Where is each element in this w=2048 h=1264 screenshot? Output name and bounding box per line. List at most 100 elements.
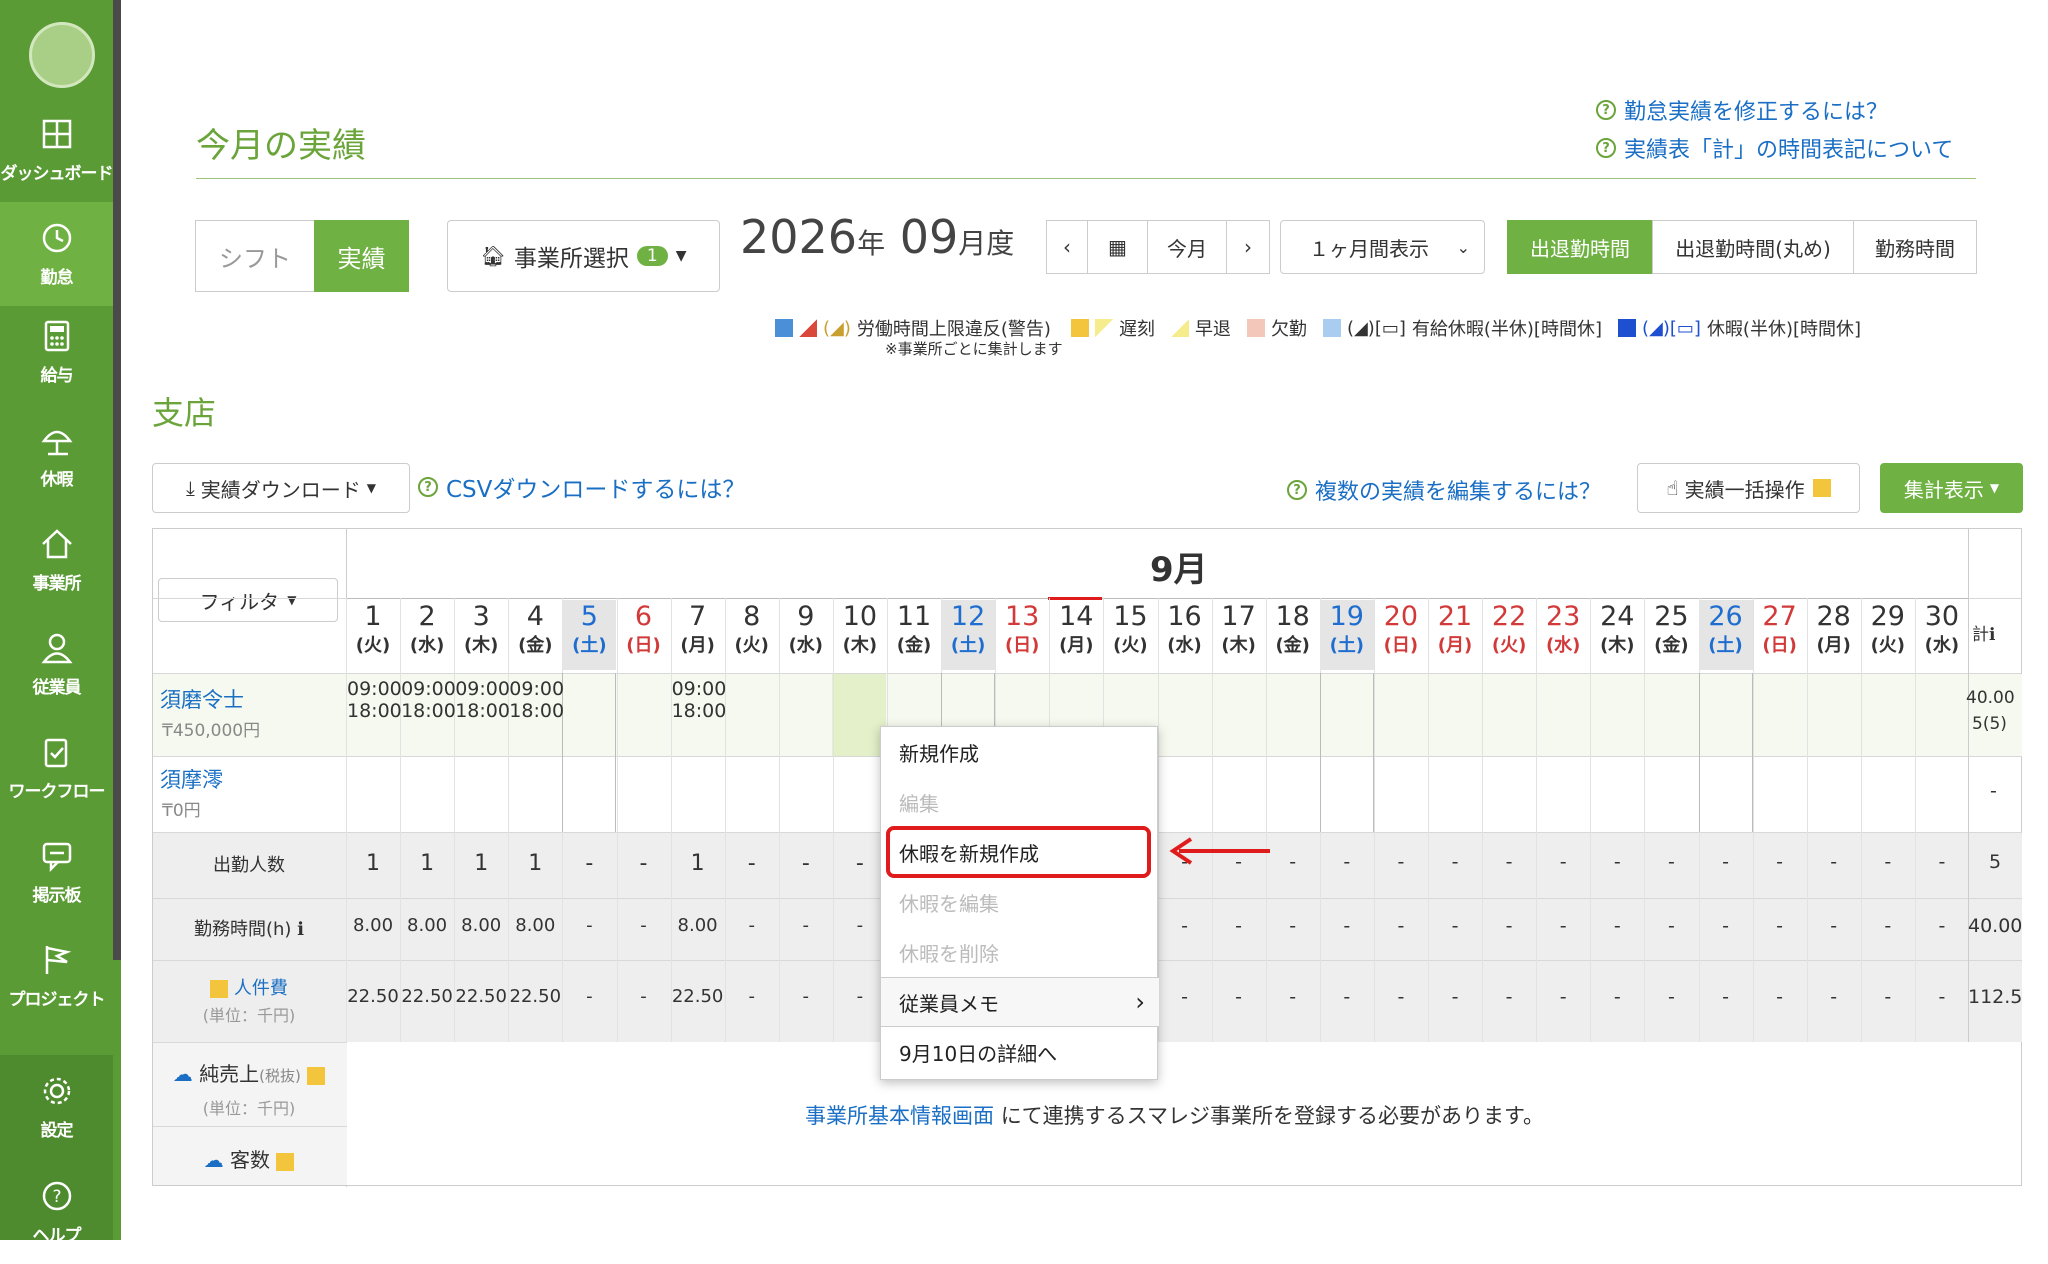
summary-value: - bbox=[1397, 851, 1405, 873]
filter-button[interactable]: フィルタ ▼ bbox=[158, 578, 338, 622]
weekday: (日) bbox=[1762, 635, 1797, 656]
period-display: 2026年 09月度 bbox=[740, 210, 1014, 264]
sidebar-item-flag[interactable]: プロジェクト bbox=[0, 924, 113, 1028]
context-menu-item-6[interactable]: 9月10日の詳細へ bbox=[881, 1027, 1159, 1077]
summary-value: - bbox=[1830, 986, 1838, 1008]
employee-name-link[interactable]: 須磨令士 bbox=[160, 684, 244, 714]
next-month-button[interactable]: › bbox=[1226, 220, 1270, 274]
sidebar-item-gear[interactable]: 設定 bbox=[0, 1055, 113, 1159]
office-select-dropdown[interactable]: 🏠︎ 事業所選択 1 ▼ bbox=[447, 220, 720, 292]
day-header-6: 6 (日) bbox=[617, 600, 671, 670]
day-number: 6 bbox=[634, 601, 653, 632]
shift-cell[interactable]: 09:00 18:00 bbox=[401, 678, 456, 722]
summary-value: - bbox=[1397, 986, 1405, 1008]
clipboard-icon bbox=[44, 738, 67, 767]
sidebar-item-dashboard[interactable]: ダッシュボード bbox=[0, 98, 114, 202]
weekday: (月) bbox=[680, 635, 715, 656]
day-number: 23 bbox=[1546, 601, 1581, 632]
range-select[interactable]: １ヶ月間表示 ⌄ bbox=[1280, 220, 1485, 274]
summary-value: - bbox=[1667, 915, 1675, 937]
office-select-label: 事業所選択 bbox=[513, 246, 629, 272]
row-label-labor-cost[interactable]: 人件費 bbox=[152, 974, 346, 1000]
weekday: (月) bbox=[1059, 635, 1094, 656]
row-sublabel-unit: (単位：千円) bbox=[202, 1006, 296, 1025]
summary-view-button[interactable]: 集計表示 ▼ bbox=[1880, 463, 2023, 513]
summary-value: - bbox=[1722, 851, 1729, 873]
context-menu-item-5[interactable]: 従業員メモ › bbox=[881, 977, 1159, 1027]
day-header-8: 8 (火) bbox=[725, 600, 779, 670]
star-icon bbox=[1070, 319, 1089, 337]
sidebar-item-label: 休暇 bbox=[40, 469, 74, 490]
sidebar-item-clipboard[interactable]: ワークフロー bbox=[0, 716, 113, 820]
employee-name-link[interactable]: 須摩澪 bbox=[160, 764, 223, 794]
summary-value: 1 bbox=[690, 851, 705, 876]
legend-swatch-paid-half: (◢)[▭] bbox=[1346, 317, 1406, 339]
day-number: 5 bbox=[580, 601, 598, 632]
this-month-button[interactable]: 今月 bbox=[1147, 220, 1227, 274]
sidebar-item-home[interactable]: 事業所 bbox=[0, 508, 113, 612]
summary-value: - bbox=[1343, 986, 1351, 1008]
download-label: 実績ダウンロード bbox=[200, 477, 361, 502]
summary-value: - bbox=[586, 915, 593, 936]
logo-icon[interactable] bbox=[29, 22, 95, 88]
svg-text:?: ? bbox=[52, 1187, 61, 1207]
bulk-operation-button[interactable]: ☝︎ 実績一括操作 bbox=[1637, 463, 1860, 513]
summary-value: - bbox=[1722, 986, 1729, 1008]
cloud-icon: ☁︎ bbox=[203, 1148, 224, 1172]
summary-value: 8.00 bbox=[461, 915, 502, 936]
smaregi-notice: 事業所基本情報画面 にて連携するスマレジ事業所を登録する必要があります。 bbox=[805, 1100, 1544, 1130]
summary-value: 1 bbox=[420, 851, 435, 876]
month-header: 9月 bbox=[1150, 550, 1208, 590]
sidebar-item-chat[interactable]: 掲示板 bbox=[0, 820, 113, 924]
summary-value: - bbox=[1830, 851, 1838, 873]
month-value: 09 bbox=[899, 210, 959, 264]
day-number: 30 bbox=[1924, 601, 1960, 632]
legend-swatch-late bbox=[1094, 319, 1113, 337]
summary-view-label: 集計表示 bbox=[1903, 477, 1984, 502]
sidebar-item-clock[interactable]: 勤怠 bbox=[0, 202, 113, 306]
summary-value: - bbox=[1722, 915, 1729, 937]
summary-value: 8.00 bbox=[677, 915, 718, 936]
summary-value: - bbox=[1776, 915, 1784, 937]
summary-total: 112.5 bbox=[1968, 986, 2023, 1008]
view-tab-clock[interactable]: 出退勤時間 bbox=[1507, 220, 1653, 274]
day-header-29: 29 (火) bbox=[1861, 600, 1915, 670]
day-number: 17 bbox=[1221, 601, 1256, 632]
total-label: 計 bbox=[1972, 625, 1989, 645]
sidebar-item-umbrella[interactable]: 休暇 bbox=[0, 404, 113, 508]
shift-cell[interactable]: 09:00 18:00 bbox=[347, 678, 402, 722]
view-tab-work-hours[interactable]: 勤務時間 bbox=[1853, 220, 1977, 274]
multi-edit-help-link[interactable]: ? 複数の実績を編集するには？ bbox=[1287, 474, 1601, 506]
page-title: 今月の実績 bbox=[196, 126, 366, 166]
tab-shift[interactable]: シフト bbox=[195, 220, 315, 292]
summary-value: - bbox=[1289, 915, 1297, 937]
office-info-link[interactable]: 事業所基本情報画面 bbox=[805, 1104, 994, 1128]
shift-cell[interactable]: 09:00 18:00 bbox=[672, 678, 727, 722]
summary-value: - bbox=[1830, 915, 1838, 937]
sidebar-item-calculator[interactable]: 給与 bbox=[0, 300, 113, 404]
selected-cell[interactable] bbox=[832, 674, 886, 756]
summary-value: - bbox=[1613, 986, 1621, 1008]
sidebar-item-label: 設定 bbox=[40, 1120, 74, 1141]
day-header-2: 2 (水) bbox=[400, 600, 454, 670]
sidebar-item-user[interactable]: 従業員 bbox=[0, 612, 113, 716]
help-link-fix-attendance[interactable]: ? 勤怠実績を修正するには？ bbox=[1596, 94, 1888, 126]
summary-value: 22.50 bbox=[671, 986, 724, 1007]
tab-actual[interactable]: 実績 bbox=[314, 220, 409, 292]
shift-cell[interactable]: 09:00 18:00 bbox=[455, 678, 510, 722]
view-tab-rounded[interactable]: 出退勤時間(丸め) bbox=[1652, 220, 1854, 274]
shift-cell[interactable]: 09:00 18:00 bbox=[509, 678, 564, 722]
prev-month-button[interactable]: ‹ bbox=[1046, 220, 1088, 274]
sidebar-scrollbar[interactable] bbox=[113, 0, 121, 960]
help-link-total-notation[interactable]: ? 実績表「計」の時間表記について bbox=[1596, 132, 1953, 164]
sidebar-item-help[interactable]: ? ヘルプ bbox=[0, 1160, 113, 1264]
day-number: 8 bbox=[743, 601, 761, 632]
download-button[interactable]: ⤓ 実績ダウンロード ▼ bbox=[152, 463, 410, 513]
summary-total: 40.00 bbox=[1968, 915, 2023, 937]
sidebar-item-label: ワークフロー bbox=[8, 781, 106, 802]
employee-total-hours: 40.00 bbox=[1966, 688, 2015, 708]
csv-help-link[interactable]: ? CSVダウンロードするには？ bbox=[418, 470, 745, 504]
context-menu-item-0[interactable]: 新規作成 bbox=[881, 727, 1159, 777]
calendar-button[interactable]: ▦ bbox=[1087, 220, 1148, 274]
saturday-column bbox=[1698, 673, 1753, 832]
